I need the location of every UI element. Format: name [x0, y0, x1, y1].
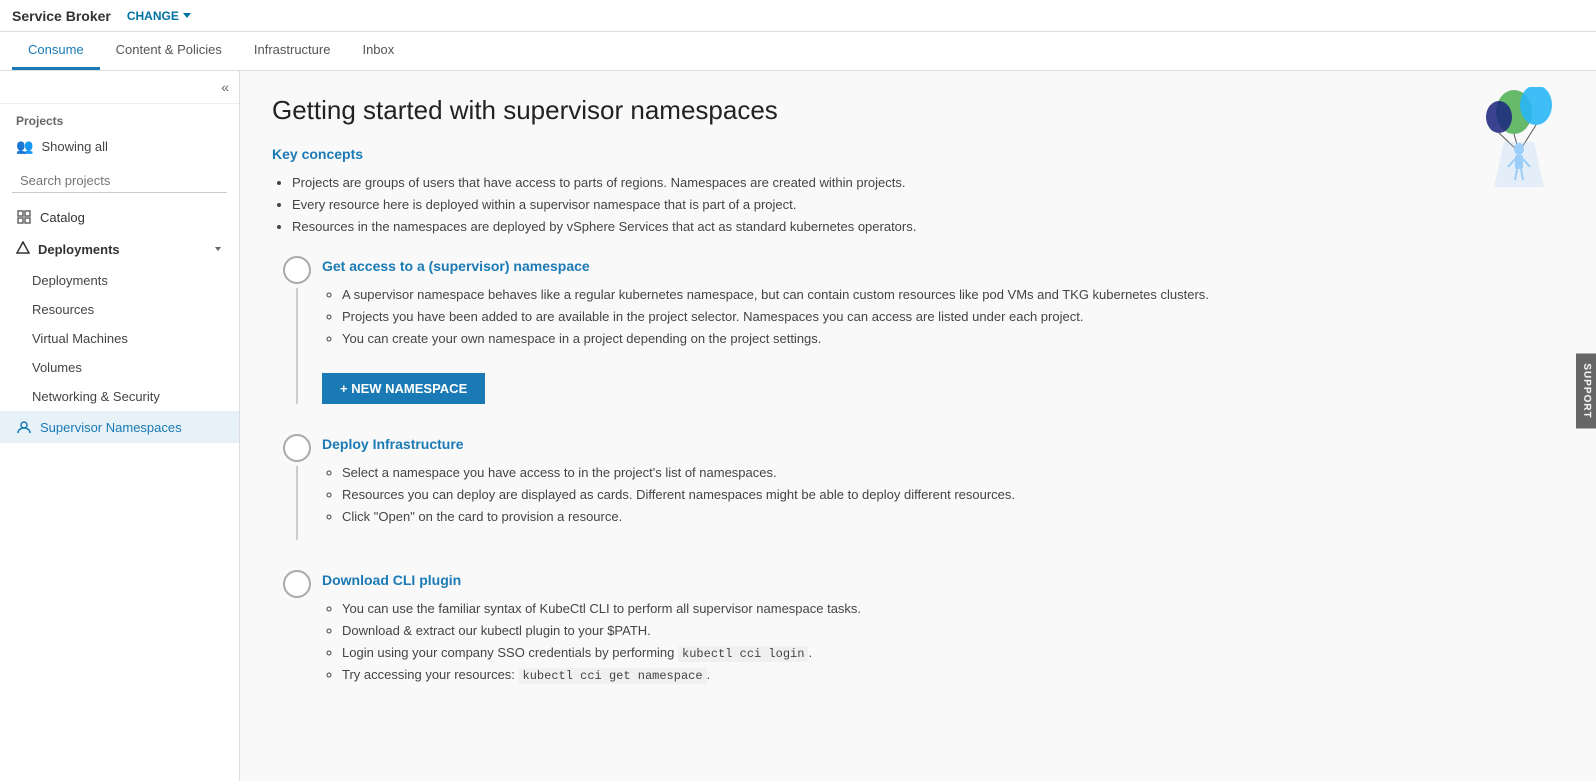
cli-login-post: . [808, 645, 812, 660]
supervisor-icon [16, 419, 32, 435]
list-item: Try accessing your resources: kubectl cc… [342, 664, 1564, 686]
get-access-list: A supervisor namespace behaves like a re… [322, 284, 1564, 350]
support-tab[interactable]: SUPPORT [1576, 353, 1596, 428]
showing-all-label: Showing all [41, 139, 108, 154]
cli-get-post: . [707, 667, 711, 682]
timeline-circle-3 [283, 570, 311, 598]
list-item: You can create your own namespace in a p… [342, 328, 1564, 350]
timeline-content-1: Get access to a (supervisor) namespace A… [322, 254, 1564, 403]
search-input[interactable] [12, 169, 227, 193]
change-button[interactable]: CHANGE [121, 7, 197, 25]
sidebar-item-supervisor-namespaces[interactable]: Supervisor Namespaces [0, 411, 239, 443]
nav-tabs: Consume Content & Policies Infrastructur… [0, 32, 1596, 71]
new-namespace-button[interactable]: + NEW NAMESPACE [322, 373, 485, 404]
sidebar-item-virtual-machines[interactable]: Virtual Machines [0, 324, 239, 353]
cli-login-code: kubectl cci login [678, 646, 808, 662]
catalog-label: Catalog [40, 210, 85, 225]
main-content: Getting started with supervisor namespac… [240, 71, 1596, 781]
key-concepts-heading: Key concepts [272, 146, 1564, 162]
sidebar-sub-items: Deployments Resources Virtual Machines V… [0, 266, 239, 411]
timeline-left-3 [272, 568, 322, 699]
section-cli-plugin: Download CLI plugin You can use the fami… [272, 568, 1564, 699]
chevron-down-icon [213, 242, 223, 257]
timeline-circle-1 [283, 256, 311, 284]
main-layout: « Projects 👥 Showing all Catalog Deploym… [0, 71, 1596, 781]
tab-consume[interactable]: Consume [12, 32, 100, 70]
timeline-content-3: Download CLI plugin You can use the fami… [322, 568, 1564, 699]
cli-get-pre: Try accessing your resources: [342, 667, 519, 682]
cli-get-code: kubectl cci get namespace [519, 668, 707, 684]
deploy-infra-list: Select a namespace you have access to in… [322, 462, 1564, 528]
collapse-button[interactable]: « [0, 71, 239, 104]
list-item: Select a namespace you have access to in… [342, 462, 1564, 484]
catalog-icon [16, 209, 32, 225]
list-item: Projects you have been added to are avai… [342, 306, 1564, 328]
collapse-icon: « [221, 79, 229, 95]
sidebar: « Projects 👥 Showing all Catalog Deploym… [0, 71, 240, 781]
list-item: Resources in the namespaces are deployed… [292, 216, 1564, 238]
tab-infrastructure[interactable]: Infrastructure [238, 32, 347, 70]
list-item: Projects are groups of users that have a… [292, 172, 1564, 194]
list-item: Resources you can deploy are displayed a… [342, 484, 1564, 506]
deployments-header[interactable]: Deployments [0, 233, 239, 266]
cli-plugin-list: You can use the familiar syntax of KubeC… [322, 598, 1564, 687]
top-bar: Service Broker CHANGE [0, 0, 1596, 32]
key-concepts-section: Key concepts Projects are groups of user… [272, 146, 1564, 238]
list-item: Click "Open" on the card to provision a … [342, 506, 1564, 528]
deploy-infra-heading: Deploy Infrastructure [322, 436, 1564, 452]
timeline-line-2 [296, 466, 298, 540]
list-item: Login using your company SSO credentials… [342, 642, 1564, 664]
sidebar-item-deployments[interactable]: Deployments [0, 266, 239, 295]
timeline-line-1 [296, 288, 298, 403]
projects-label: Projects [0, 104, 239, 132]
timeline-circle-2 [283, 434, 311, 462]
illustration [1464, 87, 1564, 187]
page-title: Getting started with supervisor namespac… [272, 95, 1564, 126]
section-get-access: Get access to a (supervisor) namespace A… [272, 254, 1564, 403]
supervisor-namespaces-label: Supervisor Namespaces [40, 420, 182, 435]
list-item: Download & extract our kubectl plugin to… [342, 620, 1564, 642]
tab-inbox[interactable]: Inbox [346, 32, 410, 70]
users-icon: 👥 [16, 138, 33, 155]
sidebar-item-volumes[interactable]: Volumes [0, 353, 239, 382]
sidebar-item-catalog[interactable]: Catalog [0, 201, 239, 233]
chevron-down-icon [183, 13, 191, 18]
timeline-left-1 [272, 254, 322, 403]
key-concepts-list: Projects are groups of users that have a… [272, 172, 1564, 238]
deployments-icon [16, 241, 30, 258]
get-access-heading: Get access to a (supervisor) namespace [322, 258, 1564, 274]
timeline-left-2 [272, 432, 322, 540]
cli-plugin-heading: Download CLI plugin [322, 572, 1564, 588]
sidebar-item-networking-security[interactable]: Networking & Security [0, 382, 239, 411]
list-item: A supervisor namespace behaves like a re… [342, 284, 1564, 306]
section-deploy-infra: Deploy Infrastructure Select a namespace… [272, 432, 1564, 540]
list-item: You can use the familiar syntax of KubeC… [342, 598, 1564, 620]
list-item: Every resource here is deployed within a… [292, 194, 1564, 216]
tab-content-policies[interactable]: Content & Policies [100, 32, 238, 70]
cli-login-pre: Login using your company SSO credentials… [342, 645, 678, 660]
app-title: Service Broker [12, 8, 111, 24]
timeline-content-2: Deploy Infrastructure Select a namespace… [322, 432, 1564, 540]
sidebar-item-resources[interactable]: Resources [0, 295, 239, 324]
deployments-label: Deployments [38, 242, 120, 257]
showing-all-row: 👥 Showing all [0, 132, 239, 161]
